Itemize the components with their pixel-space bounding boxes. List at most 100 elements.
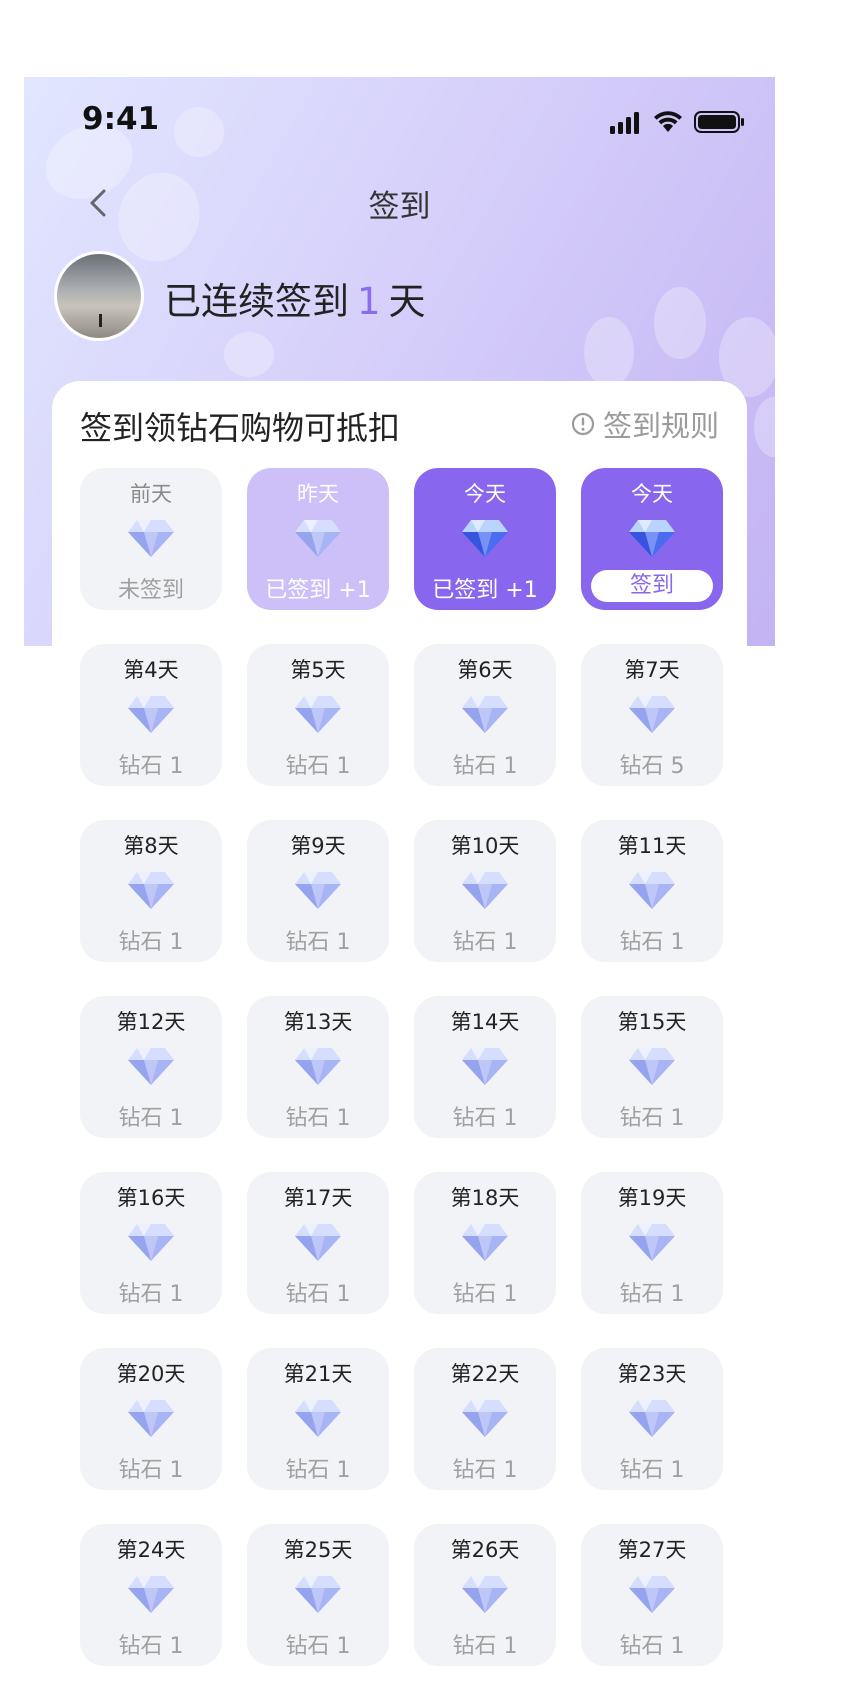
diamond-icon	[628, 1398, 676, 1438]
day-cell[interactable]: 第19天钻石 1	[581, 1172, 723, 1314]
day-label: 今天	[631, 482, 673, 506]
day-cell[interactable]: 第24天 钻石 1	[80, 1524, 222, 1666]
day-cell[interactable]: 第15天 钻石 1	[581, 996, 723, 1138]
diamond-icon	[294, 1574, 342, 1614]
rules-link[interactable]: 签到规则	[571, 403, 719, 445]
diamond-icon	[294, 518, 342, 558]
reward-label: 已签到 +1	[432, 578, 538, 603]
diamond-icon	[628, 518, 676, 558]
day-cell[interactable]: 第8天钻石 1	[80, 820, 222, 962]
reward-label: 钻石 1	[285, 754, 351, 779]
day-cell[interactable]: 第18天 钻石 1	[414, 1172, 556, 1314]
streak-days: 1	[357, 280, 381, 323]
paw-decoration	[754, 397, 775, 457]
day-cell[interactable]: 前天 未签到	[80, 468, 222, 610]
paw-decoration	[654, 287, 706, 359]
day-label: 第23天	[617, 1362, 687, 1386]
reward-label: 钻石 1	[285, 1458, 351, 1483]
diamond-icon	[628, 870, 676, 910]
day-cell[interactable]: 今天 签到	[581, 468, 723, 610]
day-cell[interactable]: 第27天 钻石 1	[581, 1524, 723, 1666]
diamond-icon	[294, 870, 342, 910]
diamond-icon	[628, 1222, 676, 1262]
diamond-icon	[628, 1046, 676, 1086]
day-label: 第12天	[116, 1010, 186, 1034]
day-cell[interactable]: 第17天钻石 1	[247, 1172, 389, 1314]
info-circle-icon	[571, 412, 595, 436]
day-cell[interactable]: 第20天 钻石 1	[80, 1348, 222, 1490]
streak-prefix: 已连续签到	[164, 280, 349, 323]
diamond-icon	[127, 1222, 175, 1262]
reward-label: 钻石 1	[452, 754, 518, 779]
day-cell[interactable]: 第23天钻石 1	[581, 1348, 723, 1490]
rules-label: 签到规则	[602, 409, 719, 443]
diamond-icon	[294, 1398, 342, 1438]
day-label: 第4天	[123, 658, 179, 682]
day-cell[interactable]: 第6天 钻石 1	[414, 644, 556, 786]
reward-label: 钻石 1	[619, 1106, 685, 1131]
diamond-icon	[294, 694, 342, 734]
diamond-icon	[628, 1574, 676, 1614]
day-cell[interactable]: 第9天 钻石 1	[247, 820, 389, 962]
day-cell[interactable]: 第22天 钻石 1	[414, 1348, 556, 1490]
day-label: 前天	[130, 482, 172, 506]
day-label: 第13天	[283, 1010, 353, 1034]
reward-label: 钻石 1	[619, 1282, 685, 1307]
reward-label: 钻石 1	[118, 1458, 184, 1483]
day-cell[interactable]: 第12天钻石 1	[80, 996, 222, 1138]
diamond-icon	[461, 870, 509, 910]
day-cell[interactable]: 第7天 钻石 5	[581, 644, 723, 786]
day-cell[interactable]: 第11天钻石 1	[581, 820, 723, 962]
diamond-icon	[294, 1222, 342, 1262]
day-label: 第10天	[450, 834, 520, 858]
reward-label: 钻石 1	[118, 1106, 184, 1131]
reward-label: 钻石 1	[452, 1634, 518, 1659]
day-cell[interactable]: 第25天 钻石 1	[247, 1524, 389, 1666]
day-cell[interactable]: 昨天 已签到 +1	[247, 468, 389, 610]
reward-label: 钻石 1	[118, 1282, 184, 1307]
day-cell[interactable]: 第5天 钻石 1	[247, 644, 389, 786]
diamond-icon	[461, 1046, 509, 1086]
reward-label: 钻石 1	[285, 930, 351, 955]
day-cell[interactable]: 第13天钻石 1	[247, 996, 389, 1138]
reward-label: 钻石 5	[619, 754, 685, 779]
streak-suffix: 天	[388, 280, 426, 323]
reward-label: 钻石 1	[285, 1106, 351, 1131]
reward-label: 钻石 1	[619, 930, 685, 955]
reward-label: 钻石 1	[285, 1282, 351, 1307]
reward-label: 钻石 1	[619, 1458, 685, 1483]
card-title: 签到领钻石购物可抵扣	[80, 409, 401, 447]
diamond-icon	[127, 518, 175, 558]
wifi-icon	[654, 111, 682, 132]
diamond-icon	[628, 694, 676, 734]
reward-label: 钻石 1	[619, 1634, 685, 1659]
reward-label: 钻石 1	[118, 930, 184, 955]
day-label: 第8天	[123, 834, 179, 858]
battery-icon	[694, 111, 744, 133]
day-cell[interactable]: 第21天 钻石 1	[247, 1348, 389, 1490]
day-cell[interactable]: 第26天钻石 1	[414, 1524, 556, 1666]
paw-decoration	[224, 332, 274, 377]
day-cell[interactable]: 第16天钻石 1	[80, 1172, 222, 1314]
diamond-icon	[461, 1222, 509, 1262]
diamond-icon	[127, 1398, 175, 1438]
day-cell[interactable]: 第10天 钻石 1	[414, 820, 556, 962]
day-label: 第24天	[116, 1538, 186, 1562]
day-cell[interactable]: 第14天 钻石 1	[414, 996, 556, 1138]
day-label: 第18天	[450, 1186, 520, 1210]
day-label: 第16天	[116, 1186, 186, 1210]
day-label: 第11天	[617, 834, 687, 858]
day-label: 第19天	[617, 1186, 687, 1210]
reward-label: 钻石 1	[285, 1634, 351, 1659]
diamond-icon	[127, 1574, 175, 1614]
day-cell[interactable]: 今天 已签到 +1	[414, 468, 556, 610]
page-title: 签到	[368, 189, 431, 225]
day-label: 昨天	[297, 482, 339, 506]
diamond-icon	[461, 1398, 509, 1438]
avatar[interactable]	[54, 251, 144, 341]
sign-in-button[interactable]: 签到	[591, 570, 713, 602]
day-label: 第17天	[283, 1186, 353, 1210]
day-cell[interactable]: 第4天 钻石 1	[80, 644, 222, 786]
streak-text: 已连续签到 1 天	[164, 271, 426, 325]
day-label: 第26天	[450, 1538, 520, 1562]
